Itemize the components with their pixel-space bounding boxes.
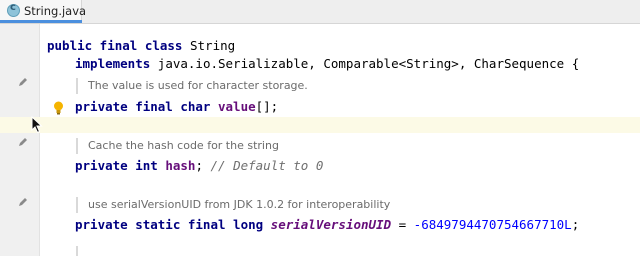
code-line-serial-field[interactable]: private static final long serialVersionU… [75, 217, 579, 233]
code-line-value-field[interactable]: private final char value[]; [75, 99, 278, 115]
line-comment-text: // Default to 0 [210, 158, 324, 173]
code-line-hash-field[interactable]: private int hash; // Default to 0 [75, 158, 323, 174]
editor-tab-bar: String.java [0, 0, 640, 24]
pencil-icon[interactable] [18, 137, 28, 147]
mouse-pointer-icon [31, 116, 43, 134]
field-name-text: hash [157, 158, 196, 173]
code-line-class-decl[interactable]: public final class String [47, 38, 235, 54]
pencil-icon[interactable] [18, 197, 28, 207]
doc-comment-serial: use serialVersionUID from JDK 1.0.2 for … [76, 197, 390, 213]
keyword-text: private final char [75, 99, 211, 114]
tab-label: String.java [24, 4, 87, 18]
tab-string-java[interactable]: String.java [0, 0, 86, 23]
pencil-icon[interactable] [18, 77, 28, 87]
caret-row-highlight [0, 117, 640, 133]
interfaces-text: java.io.Serializable, Comparable<String>… [150, 56, 580, 71]
number-literal-text: -6849794470754667710L [413, 217, 572, 232]
code-operator-text: = [391, 217, 414, 232]
code-line-implements[interactable]: implements java.io.Serializable, Compara… [75, 56, 579, 72]
keyword-text: implements [75, 56, 151, 71]
constant-name-text: serialVersionUID [263, 217, 392, 232]
java-class-icon [7, 2, 20, 17]
active-tab-indicator [0, 20, 82, 23]
doc-comment-value: The value is used for character storage. [76, 78, 308, 94]
doc-comment-hash: Cache the hash code for the string [76, 138, 279, 154]
doc-comment-partial [76, 246, 88, 256]
field-name-text: value [210, 99, 256, 114]
keyword-text: public final class [47, 38, 183, 53]
code-rest-text: []; [255, 99, 279, 114]
code-rest-text: ; [571, 217, 580, 232]
lightbulb-icon[interactable] [53, 101, 64, 115]
class-name-text: String [182, 38, 236, 53]
code-rest-text: ; [195, 158, 211, 173]
keyword-text: private static final long [75, 217, 264, 232]
keyword-text: private int [75, 158, 158, 173]
